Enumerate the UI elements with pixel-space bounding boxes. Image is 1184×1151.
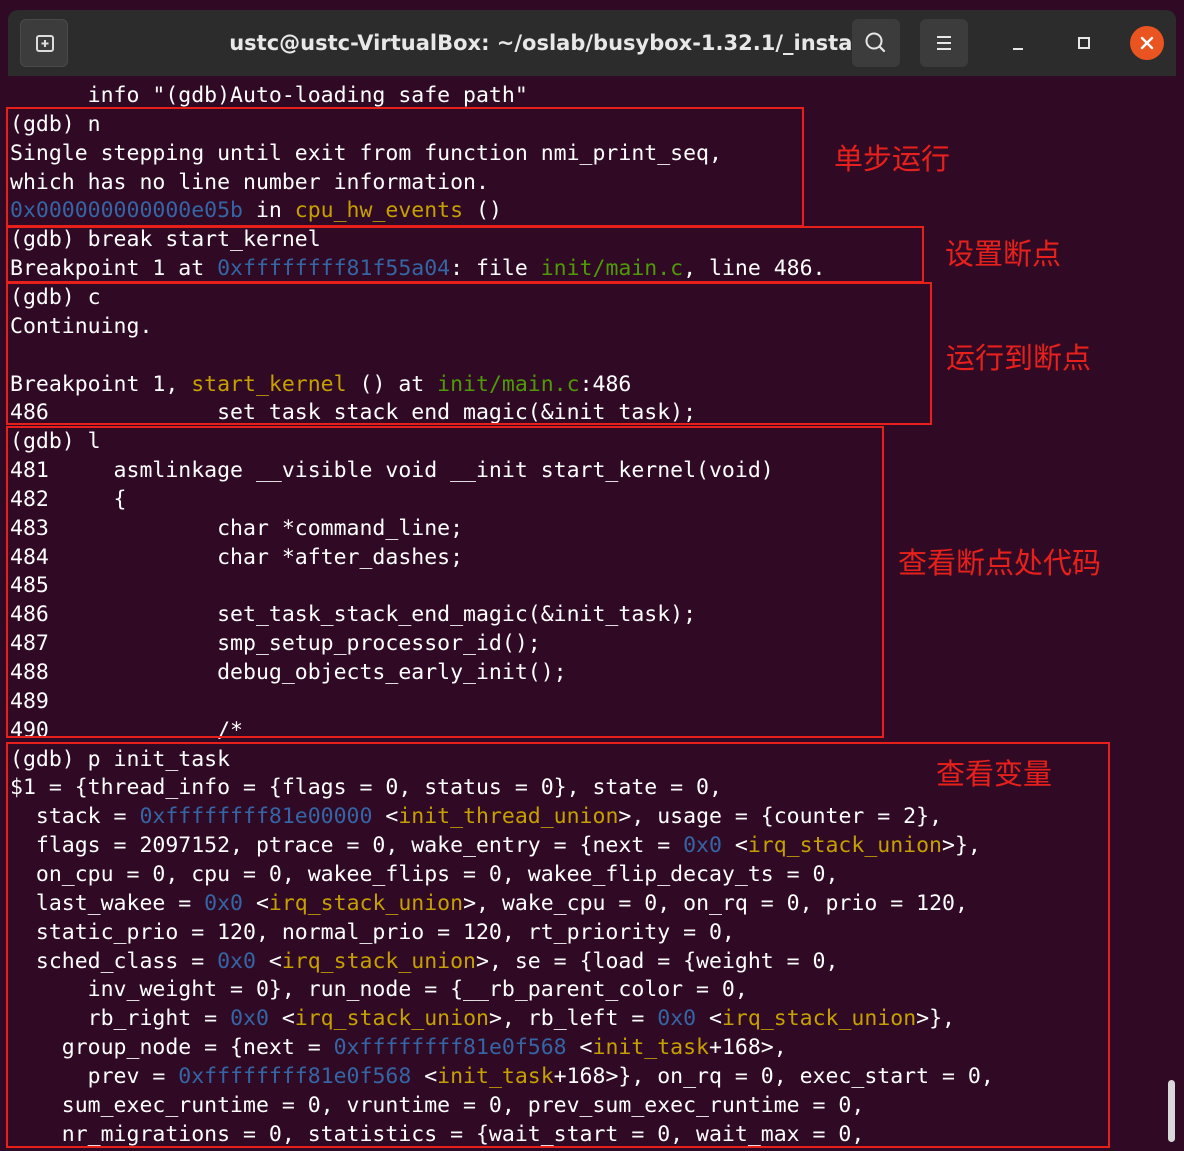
scrollbar-thumb[interactable] bbox=[1168, 1080, 1175, 1142]
close-button[interactable] bbox=[1130, 26, 1164, 60]
annotation-run-to-breakpoint-label: 运行到断点 bbox=[946, 341, 1092, 375]
maximize-icon bbox=[1078, 37, 1090, 49]
annotation-box-step bbox=[6, 107, 804, 227]
annotation-set-breakpoint-label: 设置断点 bbox=[945, 237, 1062, 271]
close-icon bbox=[1140, 36, 1154, 50]
terminal-window: ustc@ustc-VirtualBox: ~/oslab/busybox-1.… bbox=[0, 0, 1184, 1151]
hamburger-icon bbox=[937, 36, 951, 50]
terminal-text: info "(gdb)Auto-loading safe path" bbox=[10, 83, 528, 108]
annotation-view-variable-label: 查看变量 bbox=[936, 757, 1053, 791]
new-tab-button[interactable] bbox=[20, 19, 68, 67]
terminal-line: info "(gdb)Auto-loading safe path" bbox=[10, 81, 528, 110]
annotation-box-view-code bbox=[6, 426, 884, 738]
annotation-box-view-variable bbox=[6, 742, 1110, 1148]
window-title: ustc@ustc-VirtualBox: ~/oslab/busybox-1.… bbox=[229, 31, 867, 55]
annotation-box-run-to-breakpoint bbox=[6, 282, 932, 425]
annotation-step-label: 单步运行 bbox=[834, 142, 951, 176]
search-icon bbox=[865, 32, 886, 53]
new-tab-icon bbox=[36, 35, 54, 52]
annotation-view-code-label: 查看断点处代码 bbox=[898, 546, 1102, 580]
title-bar: ustc@ustc-VirtualBox: ~/oslab/busybox-1.… bbox=[8, 10, 1176, 76]
annotation-box-set-breakpoint bbox=[6, 226, 924, 283]
minimize-icon bbox=[1013, 48, 1023, 50]
minimize-button[interactable] bbox=[994, 19, 1042, 67]
maximize-button[interactable] bbox=[1060, 19, 1108, 67]
search-button[interactable] bbox=[852, 19, 900, 67]
menu-button[interactable] bbox=[920, 19, 968, 67]
